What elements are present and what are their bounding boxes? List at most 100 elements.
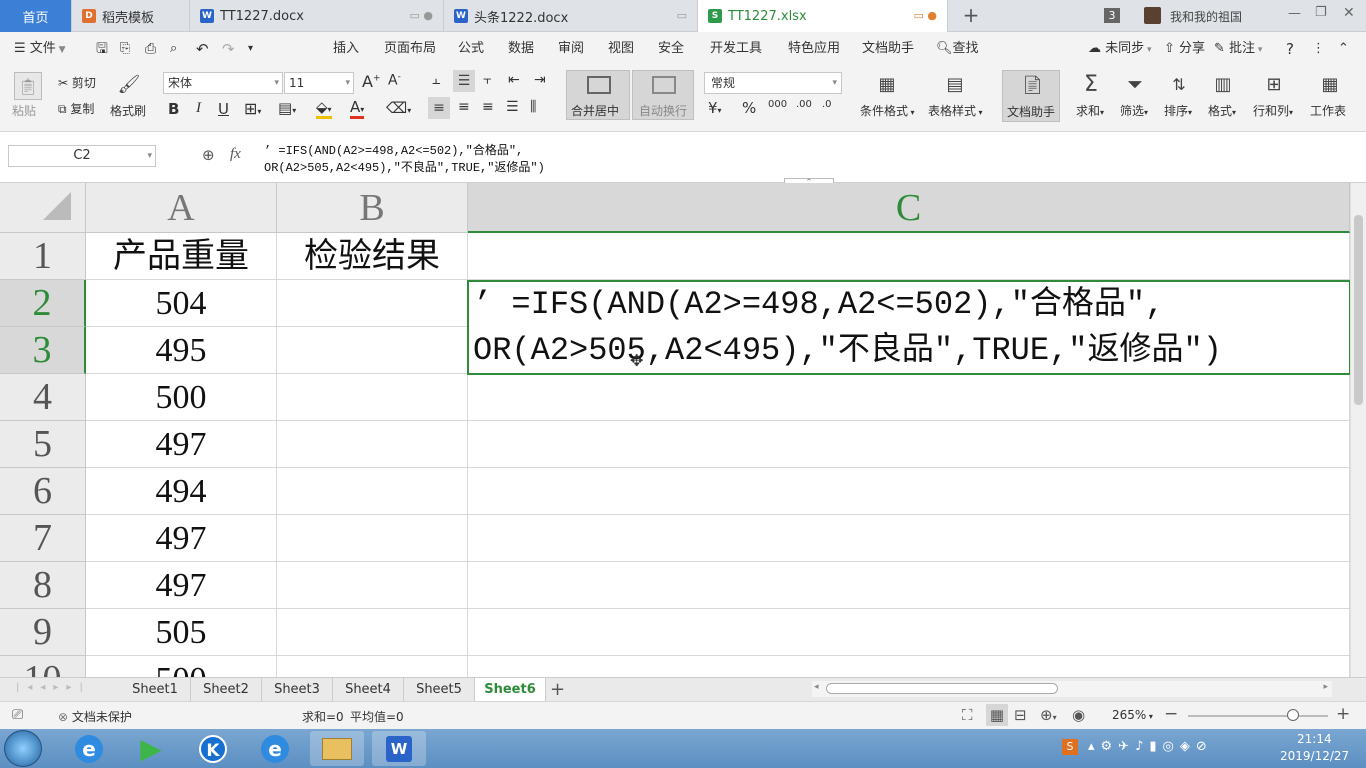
left-arrow-icon[interactable]: ◂: [814, 682, 819, 692]
zoom-slider[interactable]: [1188, 709, 1328, 721]
windows-start-button[interactable]: [4, 730, 42, 767]
cell-a[interactable]: 505: [86, 609, 277, 656]
tab-home[interactable]: 首页: [0, 0, 72, 32]
clear-format-icon[interactable]: ⌫▾: [386, 99, 411, 117]
wps-writer-icon[interactable]: W: [372, 731, 426, 766]
cell-c[interactable]: [468, 468, 1350, 515]
increase-font-icon[interactable]: A+: [362, 72, 381, 91]
cell-a[interactable]: 产品重量: [86, 233, 277, 280]
font-name-select[interactable]: 宋体 ▾: [163, 72, 283, 94]
number-format-select[interactable]: 常规 ▾: [704, 72, 842, 94]
sheet-tab-sheet2[interactable]: Sheet2: [191, 678, 262, 702]
cell-b[interactable]: [277, 609, 468, 656]
align-center-icon[interactable]: ≡: [458, 99, 470, 115]
doc-assistant-button[interactable]: 📄︎ 文档助手: [1002, 70, 1060, 122]
sum-button[interactable]: 求和▾: [1076, 102, 1104, 119]
cell-a[interactable]: 497: [86, 562, 277, 609]
media-player-icon[interactable]: ▶: [124, 731, 178, 766]
conditional-format-button[interactable]: 条件格式 ▾: [860, 102, 915, 119]
row-header[interactable]: 3: [0, 327, 86, 374]
cell-b[interactable]: [277, 327, 468, 374]
zoom-in-button[interactable]: +: [1336, 704, 1350, 724]
cell-a[interactable]: 504: [86, 280, 277, 327]
worksheet-button[interactable]: 工作表: [1310, 102, 1346, 119]
save-icon[interactable]: 🖫: [96, 32, 108, 66]
cell-b[interactable]: [277, 656, 468, 677]
file-menu[interactable]: ☰ 文件 ▼: [14, 32, 66, 66]
row-header[interactable]: 5: [0, 421, 86, 468]
cell-b[interactable]: 检验结果: [277, 233, 468, 280]
tab-tt1227-xlsx[interactable]: S TT1227.xlsx ▭ ●: [698, 0, 948, 32]
collapse-ribbon-icon[interactable]: ⌃: [1338, 32, 1349, 66]
search-button[interactable]: 🔍︎查找: [936, 32, 979, 66]
export-icon[interactable]: ⎘: [120, 32, 130, 66]
row-header[interactable]: 6: [0, 468, 86, 515]
cell-a[interactable]: 500: [86, 374, 277, 421]
clock-time[interactable]: 21:14: [1297, 732, 1332, 746]
row-header[interactable]: 1: [0, 233, 86, 280]
thousands-icon[interactable]: 000: [768, 99, 787, 110]
tab-toutiao-docx[interactable]: W 头条1222.docx ▭: [444, 0, 698, 32]
tab-page-layout[interactable]: 页面布局: [384, 32, 436, 66]
font-color-icon[interactable]: A▾: [350, 98, 365, 119]
border-icon[interactable]: ⊞▾: [244, 99, 261, 118]
active-cell-c2[interactable]: ’ =IFS(AND(A2>=498,A2<=502),"合格品", OR(A2…: [467, 280, 1350, 375]
row-header[interactable]: 2: [0, 280, 86, 327]
undo-icon[interactable]: ↶: [196, 32, 209, 66]
h-scroll-thumb[interactable]: [826, 683, 1058, 694]
fill-color-icon[interactable]: ⬙▾: [316, 98, 332, 119]
row-header[interactable]: 10: [0, 656, 86, 677]
increase-decimal-icon[interactable]: .00: [796, 99, 812, 110]
underline-icon[interactable]: U: [218, 100, 229, 118]
column-header-c[interactable]: C: [468, 183, 1350, 233]
cell-c[interactable]: [468, 421, 1350, 468]
sheet-tab-sheet4[interactable]: Sheet4: [333, 678, 404, 702]
macro-icon[interactable]: ⎚: [12, 707, 23, 723]
cell-b[interactable]: [277, 515, 468, 562]
user-name[interactable]: 我和我的祖国: [1170, 8, 1242, 25]
font-size-select[interactable]: 11 ▾: [284, 72, 354, 94]
zoom-out-button[interactable]: −: [1164, 704, 1178, 724]
add-sheet-button[interactable]: +: [550, 679, 565, 700]
vertical-scrollbar[interactable]: [1350, 183, 1366, 677]
paste-button[interactable]: 粘贴: [12, 102, 36, 119]
cell-b[interactable]: [277, 468, 468, 515]
cell-c[interactable]: [468, 374, 1350, 421]
tab-doc-assistant[interactable]: 文档助手: [862, 32, 914, 66]
reading-mode-icon[interactable]: ⊕▾: [1040, 706, 1057, 724]
new-tab-button[interactable]: +: [960, 4, 982, 26]
cell-a[interactable]: 500: [86, 656, 277, 677]
sheet-nav-arrows[interactable]: |◂◂▸▸|: [16, 682, 91, 693]
normal-view-icon[interactable]: ▦: [986, 704, 1008, 726]
ie-browser-icon[interactable]: e: [62, 731, 116, 766]
name-box[interactable]: C2 ▾: [8, 145, 156, 167]
column-header-a[interactable]: A: [86, 183, 277, 233]
filter-button[interactable]: 筛选▾: [1120, 102, 1148, 119]
close-button[interactable]: ✕: [1343, 5, 1355, 21]
sheet-tab-sheet5[interactable]: Sheet5: [404, 678, 475, 702]
ie-browser-icon-2[interactable]: e: [248, 731, 302, 766]
cell-a[interactable]: 495: [86, 327, 277, 374]
horizontal-scrollbar[interactable]: ◂ ▸: [812, 681, 1332, 697]
tab-developer[interactable]: 开发工具: [710, 32, 762, 66]
sheet-tab-sheet6[interactable]: Sheet6: [475, 678, 546, 702]
right-arrow-icon[interactable]: ▸: [1323, 682, 1328, 692]
tray-sogou-icon[interactable]: S: [1062, 739, 1078, 755]
sheet-tab-sheet3[interactable]: Sheet3: [262, 678, 333, 702]
avatar[interactable]: [1144, 7, 1161, 24]
restore-button[interactable]: ❐: [1315, 5, 1327, 20]
cell-c[interactable]: [468, 515, 1350, 562]
justify-icon[interactable]: ☰: [506, 99, 519, 115]
comment-button[interactable]: ✎ 批注 ▾: [1214, 32, 1262, 66]
cell-a[interactable]: 494: [86, 468, 277, 515]
protect-status[interactable]: ⊗ 文档未保护: [58, 708, 132, 725]
tray-icons[interactable]: ▴⚙✈♪▮◎◈⊘: [1088, 739, 1213, 754]
align-bottom-icon[interactable]: ⫟: [483, 72, 491, 88]
print-preview-icon[interactable]: ⌕: [170, 32, 177, 66]
cell-c[interactable]: [468, 233, 1350, 280]
cell-a[interactable]: 497: [86, 421, 277, 468]
italic-icon[interactable]: I: [196, 100, 201, 117]
print-icon[interactable]: ⎙: [145, 32, 156, 66]
quick-access-more-icon[interactable]: ▾: [248, 32, 253, 66]
scroll-thumb[interactable]: [1354, 215, 1363, 405]
